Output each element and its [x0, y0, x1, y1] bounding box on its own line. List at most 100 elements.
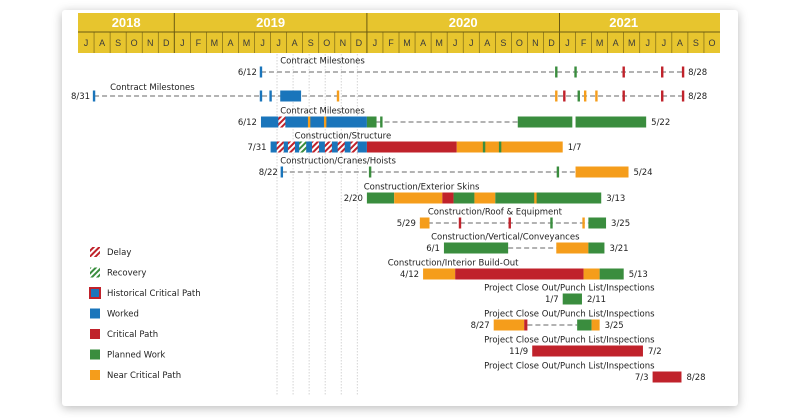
bar-segment [588, 217, 607, 229]
milestone-marker [458, 217, 462, 229]
milestone-marker [323, 116, 327, 128]
milestone-marker [583, 90, 587, 102]
bar-segment [532, 345, 643, 357]
milestone-marker [661, 90, 664, 102]
bar-segment [366, 116, 377, 128]
month-label: S [693, 38, 699, 48]
bar-segment [455, 268, 584, 280]
start-date-label: 6/12 [238, 118, 257, 128]
month-label: J [469, 38, 474, 48]
gantt-chart: 2018 2019 2020 2021J A S O N D J F M A M J J A S O N D J F M A M J… [71, 13, 720, 395]
milestone-marker [563, 90, 566, 102]
milestone-marker [307, 116, 311, 128]
end-date-label: 2/11 [587, 295, 606, 305]
milestone-marker [336, 90, 340, 102]
row-label: Construction/Cranes/Hoists [280, 157, 396, 167]
end-date-label: 3/25 [611, 219, 630, 229]
start-date-label: 2/20 [344, 194, 363, 204]
bar-segment [474, 192, 496, 204]
month-label: A [292, 38, 298, 48]
legend-swatch-critical [90, 329, 100, 339]
end-date-label: 8/28 [688, 92, 707, 102]
bar-segment [453, 192, 475, 204]
milestone-marker [380, 116, 383, 128]
bar-segment [366, 141, 457, 153]
end-date-label: 3/25 [605, 321, 624, 331]
end-date-label: 7/2 [648, 347, 662, 357]
row-label: Construction/Structure [295, 132, 392, 142]
month-label: A [227, 38, 233, 48]
month-label: J [453, 38, 458, 48]
milestone-marker [582, 217, 585, 229]
bar-segment [577, 319, 592, 331]
end-date-label: 3/13 [606, 194, 625, 204]
milestone-marker [524, 319, 527, 331]
start-date-label: 5/29 [397, 219, 416, 229]
bar-segment [517, 116, 573, 128]
bar-segment [456, 141, 563, 153]
milestone-marker [556, 166, 560, 178]
milestone-marker [574, 66, 577, 78]
bar-segment [419, 217, 430, 229]
start-date-label: 1/7 [545, 295, 559, 305]
milestone-marker [299, 141, 307, 153]
milestone-marker [92, 90, 96, 102]
bar-segment [583, 268, 600, 280]
bar-segment [556, 242, 589, 254]
legend-label: Worked [107, 310, 139, 320]
month-label: S [500, 38, 506, 48]
row-label: Project Close Out/Punch List/Inspections [484, 284, 655, 294]
month-label: A [677, 38, 683, 48]
month-label: J [565, 38, 570, 48]
milestone-marker [445, 192, 449, 204]
month-label: F [581, 38, 587, 48]
milestone-marker [595, 90, 598, 102]
year-label: 2019 [256, 15, 285, 30]
month-label: M [628, 38, 636, 48]
milestone-marker [324, 141, 332, 153]
row-label: Contract Milestones [110, 83, 195, 93]
milestone-marker [350, 141, 358, 153]
end-date-label: 5/24 [634, 168, 653, 178]
row-label: Construction/Roof & Equipment [428, 208, 563, 218]
start-date-label: 11/9 [509, 347, 528, 357]
legend-label: Planned Work [107, 351, 165, 361]
legend-swatch-worked [90, 308, 100, 319]
bar-segment [443, 242, 509, 254]
start-date-label: 8/31 [71, 92, 90, 102]
row-label: Project Close Out/Punch List/Inspections [484, 362, 655, 372]
month-label: A [99, 38, 105, 48]
month-label: M [243, 38, 251, 48]
bar-segment [280, 90, 302, 102]
start-date-label: 7/31 [248, 143, 267, 153]
end-date-label: 3/21 [609, 244, 628, 254]
milestone-marker [276, 141, 284, 153]
start-date-label: 6/1 [426, 244, 440, 254]
bar-segment [575, 116, 647, 128]
legend-label: Recovery [107, 269, 146, 279]
start-date-label: 8/22 [259, 168, 278, 178]
end-date-label: 5/13 [629, 270, 648, 280]
month-label: J [260, 38, 265, 48]
month-label: S [115, 38, 121, 48]
year-label: 2020 [449, 15, 478, 30]
end-date-label: 8/28 [686, 373, 705, 383]
legend-swatch-planned [90, 349, 100, 360]
bar-segment [575, 166, 629, 178]
bar-segment [394, 192, 443, 204]
month-label: J [180, 38, 185, 48]
milestone-marker [280, 166, 284, 178]
milestone-marker [259, 90, 263, 102]
legend-swatch-hatch-green [90, 267, 100, 278]
bar-segment [495, 192, 602, 204]
month-label: J [373, 38, 378, 48]
month-label: O [708, 38, 715, 48]
month-label: O [516, 38, 523, 48]
milestone-marker [269, 90, 272, 102]
bar-segment [366, 192, 395, 204]
month-label: O [323, 38, 330, 48]
month-label: S [308, 38, 314, 48]
milestone-marker [259, 66, 263, 78]
milestone-marker [577, 90, 580, 102]
year-label: 2018 [112, 15, 141, 30]
